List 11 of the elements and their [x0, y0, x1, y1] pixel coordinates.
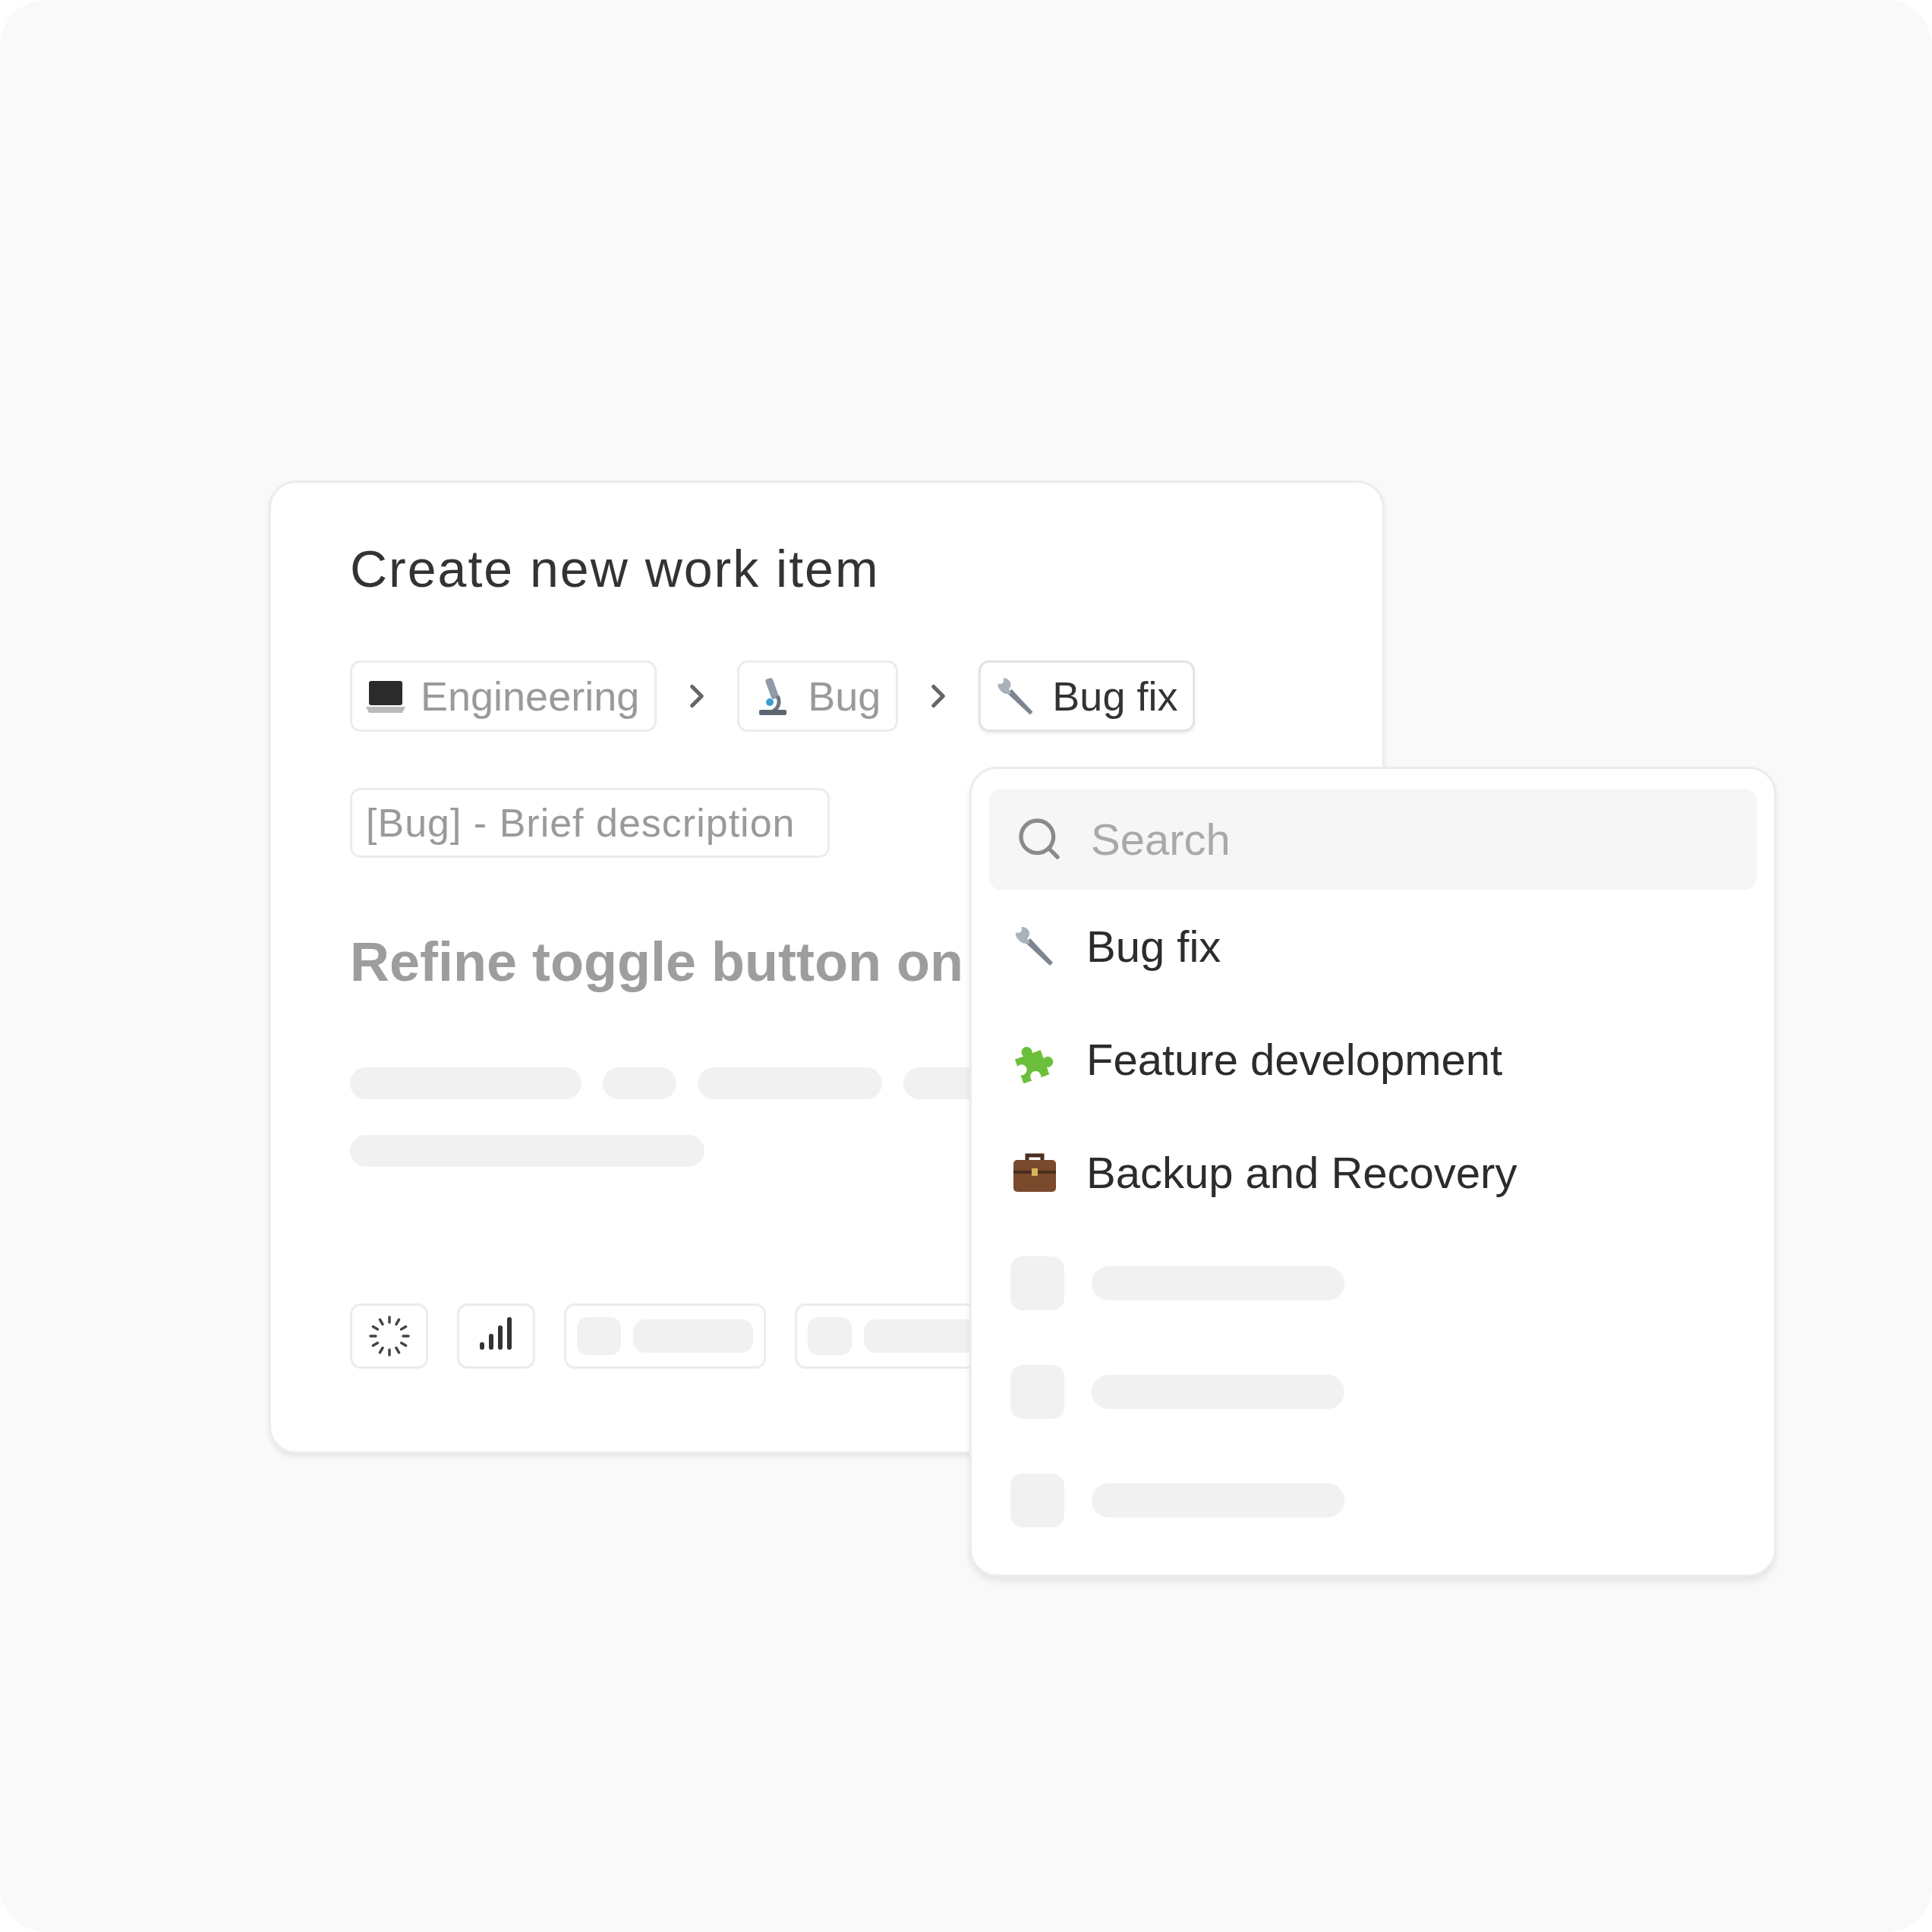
work-item-heading: Refine toggle button on: [350, 931, 963, 994]
spinner-icon: [367, 1315, 411, 1357]
priority-button[interactable]: [457, 1303, 535, 1369]
status-button[interactable]: [350, 1303, 428, 1369]
search-field[interactable]: Search: [989, 789, 1757, 890]
title-input-field[interactable]: [Bug] - Brief description: [350, 788, 830, 858]
dropdown-option[interactable]: Bug fix: [989, 890, 1757, 1003]
dropdown-option[interactable]: Feature development: [989, 1003, 1757, 1116]
breadcrumb-chip[interactable]: Bug fix: [979, 660, 1196, 732]
dialog-title: Create new work item: [350, 539, 880, 599]
dropdown-option[interactable]: Backup and Recovery: [989, 1115, 1757, 1229]
